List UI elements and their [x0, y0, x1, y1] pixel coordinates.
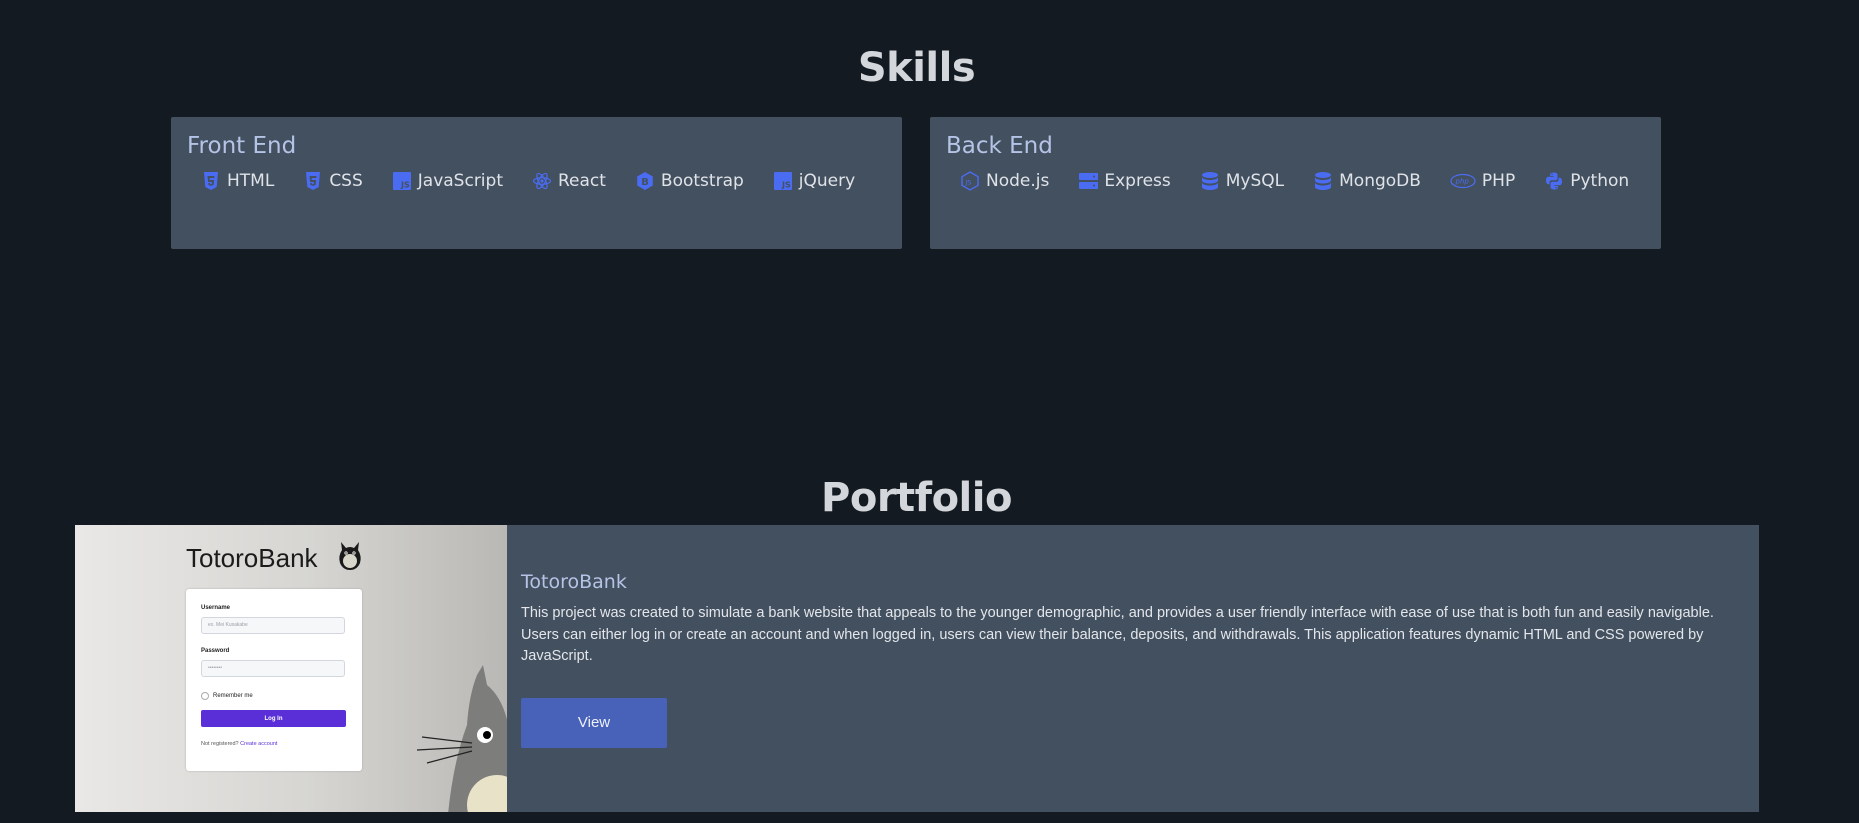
nodejs-icon: JS — [960, 171, 980, 191]
view-project-button[interactable]: View — [521, 697, 667, 748]
jquery-js-icon: JS — [773, 171, 793, 191]
skill-php: php PHP — [1450, 171, 1515, 191]
project-card: TotoroBank Username ex. Mei Kusakabe Pas… — [75, 525, 1759, 812]
skill-nodejs: JS Node.js — [960, 171, 1049, 191]
database-icon — [1313, 171, 1333, 191]
skill-label: MySQL — [1225, 171, 1285, 191]
skills-heading: Skills — [857, 44, 976, 91]
database-icon — [1200, 171, 1220, 191]
skill-python: Python — [1544, 171, 1629, 191]
frontend-skills-card: Front End HTML CSS JS JavaScript React B… — [171, 117, 902, 249]
mock-create-account-link: Create account — [240, 741, 278, 747]
portfolio-heading: Portfolio — [821, 474, 1012, 521]
backend-card-title: Back End — [946, 133, 1053, 159]
skill-label: Bootstrap — [660, 171, 744, 191]
mock-footer-text: Not registered? — [201, 741, 239, 747]
skill-label: Express — [1104, 171, 1171, 191]
skill-javascript: JS JavaScript — [392, 171, 503, 191]
mock-login-button: Log In — [201, 710, 346, 727]
project-details: TotoroBank This project was created to s… — [507, 525, 1759, 812]
skill-label: HTML — [227, 171, 275, 191]
svg-text:JS: JS — [400, 181, 410, 190]
project-title: TotoroBank — [521, 571, 627, 593]
mock-password-label: Password — [201, 648, 230, 654]
css3-icon — [303, 171, 323, 191]
skill-mysql: MySQL — [1200, 171, 1284, 191]
svg-text:JS: JS — [964, 178, 971, 186]
frontend-card-title: Front End — [187, 133, 297, 159]
mock-remember-checkbox: Remember me — [201, 692, 253, 700]
skill-html: HTML — [201, 171, 274, 191]
skill-label: JavaScript — [417, 171, 503, 191]
skill-jquery: JS jQuery — [773, 171, 855, 191]
svg-text:JS: JS — [781, 181, 791, 190]
python-icon — [1544, 171, 1564, 191]
skill-bootstrap: B Bootstrap — [635, 171, 744, 191]
mock-password-input: •••••••• — [201, 660, 345, 677]
skill-label: jQuery — [798, 171, 856, 191]
svg-text:php: php — [1454, 178, 1469, 186]
javascript-icon: JS — [392, 171, 412, 191]
backend-skill-list: JS Node.js Express MySQL MongoDB php PHP… — [946, 171, 1645, 191]
project-screenshot: TotoroBank Username ex. Mei Kusakabe Pas… — [75, 525, 507, 812]
project-description: This project was created to simulate a b… — [521, 605, 1714, 664]
skill-react: React — [532, 171, 606, 191]
skill-mongodb: MongoDB — [1313, 171, 1421, 191]
skill-label: CSS — [329, 171, 363, 191]
bootstrap-icon: B — [635, 171, 655, 191]
skill-label: Python — [1570, 171, 1630, 191]
skill-label: MongoDB — [1339, 171, 1421, 191]
skill-label: Node.js — [986, 171, 1050, 191]
frontend-skill-list: HTML CSS JS JavaScript React B Bootstrap — [187, 171, 886, 191]
svg-text:B: B — [641, 177, 649, 188]
mock-remember-label: Remember me — [213, 693, 253, 699]
server-icon — [1078, 171, 1099, 191]
html5-icon — [201, 171, 221, 191]
react-icon — [532, 171, 552, 191]
totoro-icon — [339, 542, 361, 570]
php-icon: php — [1450, 171, 1476, 191]
mock-login-form: Username ex. Mei Kusakabe Password •••••… — [186, 589, 362, 771]
mock-logo-text: TotoroBank — [186, 543, 318, 573]
skill-express: Express — [1078, 171, 1171, 191]
mock-username-input: ex. Mei Kusakabe — [201, 617, 345, 634]
skill-label: React — [557, 171, 606, 191]
mock-username-label: Username — [201, 605, 231, 611]
skill-label: PHP — [1481, 171, 1516, 191]
totoro-illustration — [417, 665, 507, 812]
mock-footer: Not registered? Create account — [201, 741, 277, 747]
backend-skills-card: Back End JS Node.js Express MySQL MongoD… — [930, 117, 1661, 249]
skill-css: CSS — [303, 171, 363, 191]
